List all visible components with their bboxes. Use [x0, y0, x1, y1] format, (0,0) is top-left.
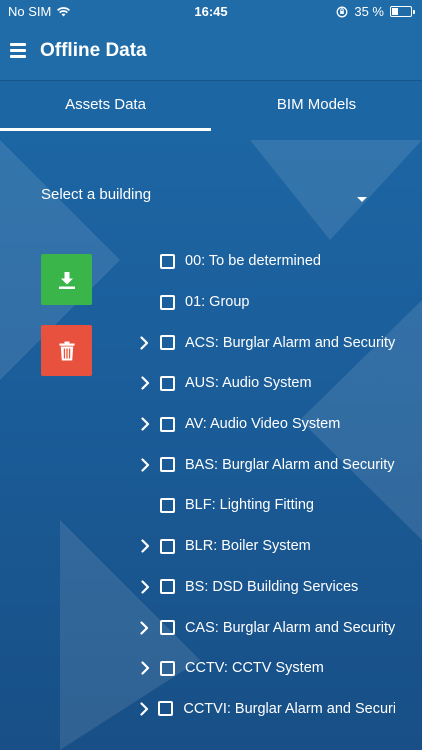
list-item[interactable]: AUS: Audio System: [130, 363, 395, 404]
list-item-label: AUS: Audio System: [185, 375, 312, 392]
list-item-label: CCTV: CCTV System: [185, 660, 324, 677]
list-item-label: BAS: Burglar Alarm and Security: [185, 456, 395, 473]
chevron-right-icon[interactable]: [130, 539, 160, 553]
item-checkbox[interactable]: [160, 294, 175, 310]
chevron-right-icon[interactable]: [130, 620, 160, 635]
item-checkbox[interactable]: [160, 375, 175, 391]
battery-icon: [390, 6, 415, 17]
item-checkbox[interactable]: [159, 620, 175, 636]
hamburger-menu-icon[interactable]: [10, 43, 26, 58]
page-title: Offline Data: [40, 40, 147, 61]
list-item[interactable]: BLR: Boiler System: [130, 526, 395, 567]
orientation-lock-icon: [336, 6, 348, 17]
tab-assets-data[interactable]: Assets Data: [0, 81, 211, 131]
list-item-label: 01: Group: [185, 294, 250, 311]
list-item-label: 00: To be determined: [185, 253, 321, 270]
chevron-right-icon[interactable]: [130, 580, 160, 594]
list-item[interactable]: ACS: Burglar Alarm and Security: [130, 322, 395, 363]
item-checkbox[interactable]: [159, 335, 175, 351]
delete-button[interactable]: [41, 325, 92, 376]
battery-level: [392, 8, 399, 15]
chevron-right-icon[interactable]: [130, 661, 160, 675]
download-icon: [58, 271, 75, 289]
download-button[interactable]: [41, 254, 92, 305]
list-item[interactable]: CAS: Burglar Alarm and Security: [130, 607, 395, 648]
building-select[interactable]: Select a building: [41, 186, 371, 212]
item-checkbox[interactable]: [160, 660, 175, 676]
caret-down-icon: [357, 197, 367, 202]
chevron-right-icon[interactable]: [130, 336, 160, 350]
list-item[interactable]: CCTV: CCTV System: [130, 648, 395, 689]
chevron-right-icon[interactable]: [130, 417, 160, 431]
item-checkbox[interactable]: [160, 253, 175, 269]
chevron-right-icon[interactable]: [130, 458, 160, 472]
chevron-right-icon[interactable]: [130, 376, 160, 391]
list-item-label: BS: DSD Building Services: [185, 578, 359, 595]
list-item-label: BLF: Lighting Fitting: [185, 497, 314, 514]
item-checkbox[interactable]: [160, 579, 175, 595]
building-select-label: Select a building: [41, 186, 152, 203]
trash-icon: [59, 341, 74, 360]
list-item[interactable]: 01: Group: [130, 282, 395, 323]
list-item[interactable]: 00: To be determined: [130, 241, 395, 282]
list-item-label: CCTVI: Burglar Alarm and Security: [183, 700, 395, 717]
item-checkbox[interactable]: [160, 538, 175, 554]
list-item[interactable]: BS: DSD Building Services: [130, 567, 395, 608]
tab-bim-models[interactable]: BIM Models: [211, 81, 422, 131]
chevron-right-icon[interactable]: [130, 702, 158, 716]
list-item-label: AV: Audio Video System: [185, 416, 341, 433]
list-item-label: CAS: Burglar Alarm and Security: [184, 619, 395, 636]
item-checkbox[interactable]: [160, 416, 175, 432]
list-item[interactable]: CCTVI: Burglar Alarm and Security: [130, 689, 395, 730]
tab-bar: Assets Data BIM Models: [0, 81, 422, 131]
item-checkbox[interactable]: [160, 497, 175, 513]
item-checkbox[interactable]: [160, 457, 175, 473]
list-item[interactable]: BLF: Lighting Fitting: [130, 485, 395, 526]
systems-list: 00: To be determined 01: Group ACS: Burgla…: [130, 241, 395, 750]
list-item-label: BLR: Boiler System: [185, 538, 311, 555]
app-bar: Offline Data: [0, 24, 422, 81]
list-item[interactable]: AV: Audio Video System: [130, 404, 395, 445]
list-item-label: ACS: Burglar Alarm and Security: [184, 334, 395, 351]
status-bar: No SIM 16:45 35 %: [0, 0, 422, 24]
list-item[interactable]: BAS: Burglar Alarm and Security: [130, 444, 395, 485]
item-checkbox[interactable]: [158, 701, 174, 717]
battery-percent: 35 %: [354, 4, 384, 19]
